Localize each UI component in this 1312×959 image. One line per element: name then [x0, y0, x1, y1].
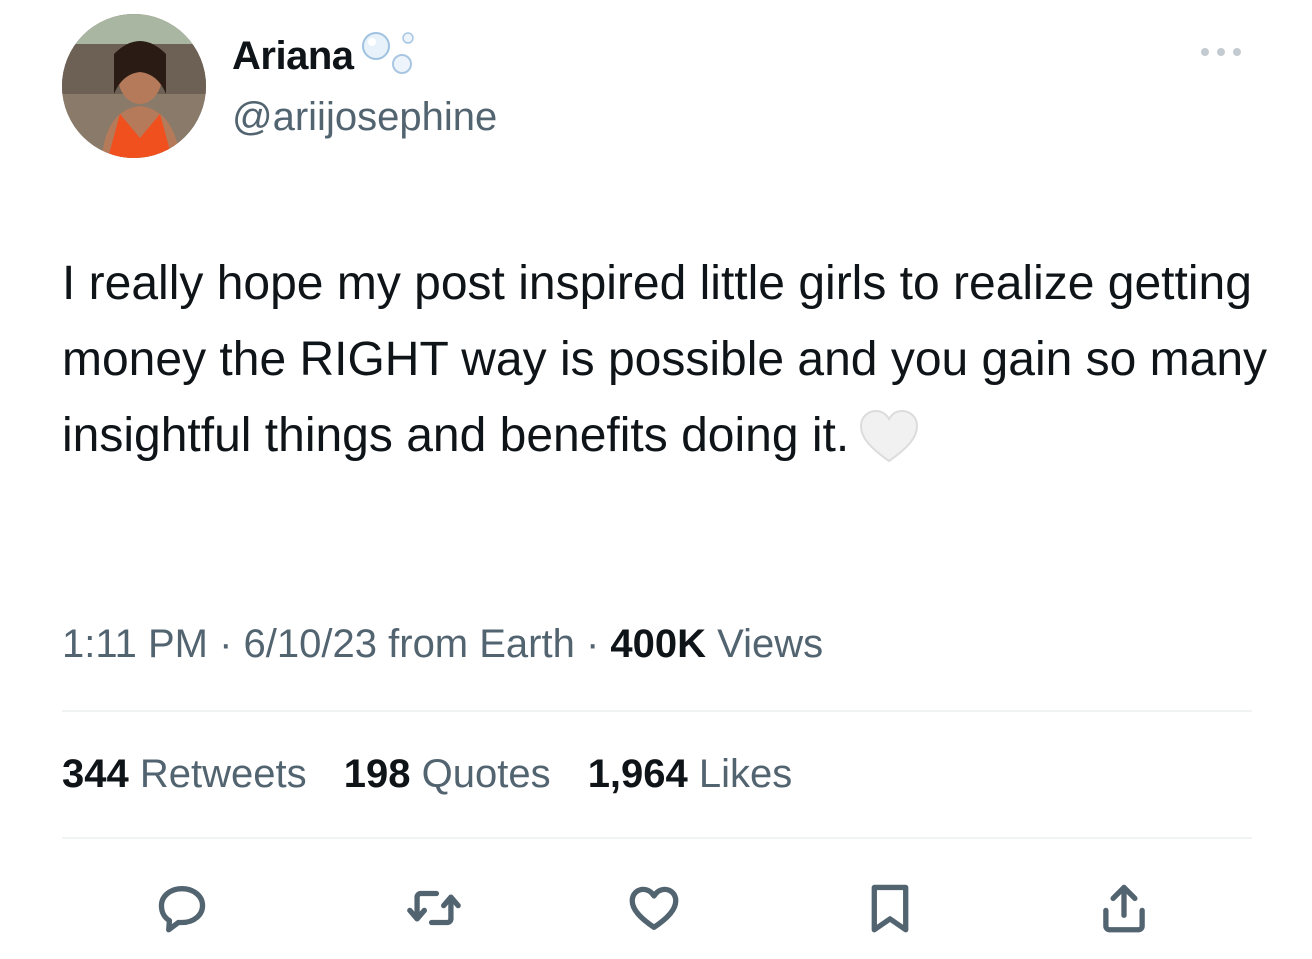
likes-label: Likes [687, 752, 793, 796]
retweets-stat[interactable]: 344 Retweets [62, 752, 307, 796]
tweet-source: from Earth [377, 622, 575, 666]
reply-button[interactable] [152, 878, 212, 938]
tweet-stats: 344 Retweets 198 Quotes 1,964 Likes [62, 752, 818, 797]
likes-stat[interactable]: 1,964 Likes [588, 752, 793, 796]
tweet-time[interactable]: 1:11 PM [62, 622, 208, 666]
reply-icon [158, 886, 206, 933]
bubbles-emoji-icon [361, 32, 414, 74]
likes-count: 1,964 [587, 752, 688, 796]
tweet: Ariana @ariijosephine I really hope my p… [0, 0, 1312, 959]
retweet-button[interactable] [404, 878, 464, 938]
meta-separator: · [208, 622, 244, 666]
views-count: 400K [610, 622, 707, 666]
quotes-label: Quotes [410, 752, 551, 796]
tweet-date[interactable]: 6/10/23 [244, 622, 377, 666]
display-name[interactable]: Ariana [232, 32, 420, 79]
share-button[interactable] [1094, 878, 1154, 938]
share-icon [1103, 884, 1145, 933]
retweets-count: 344 [62, 752, 129, 796]
bookmark-button[interactable] [860, 878, 920, 938]
tweet-text-content: I really hope my post inspired little gi… [62, 257, 1281, 462]
tweet-text: I really hope my post inspired little gi… [62, 246, 1272, 474]
quotes-count: 198 [343, 752, 411, 796]
like-button[interactable] [624, 878, 684, 938]
quotes-stat[interactable]: 198 Quotes [344, 752, 551, 796]
avatar[interactable] [62, 14, 206, 158]
retweets-label: Retweets [128, 752, 307, 796]
like-icon [629, 886, 679, 930]
divider [62, 837, 1252, 839]
divider [62, 710, 1252, 712]
bookmark-icon [871, 884, 909, 933]
avatar-photo [62, 14, 206, 158]
views-label: Views [706, 622, 824, 666]
more-options-icon[interactable] [1196, 42, 1246, 62]
tweet-meta: 1:11 PM · 6/10/23 from Earth · 400K View… [62, 622, 823, 667]
retweet-icon [407, 890, 461, 926]
display-name-text: Ariana [232, 34, 354, 78]
meta-separator: · [574, 622, 611, 666]
author-handle[interactable]: @ariijosephine [232, 95, 497, 140]
white-heart-emoji-icon [860, 409, 919, 463]
